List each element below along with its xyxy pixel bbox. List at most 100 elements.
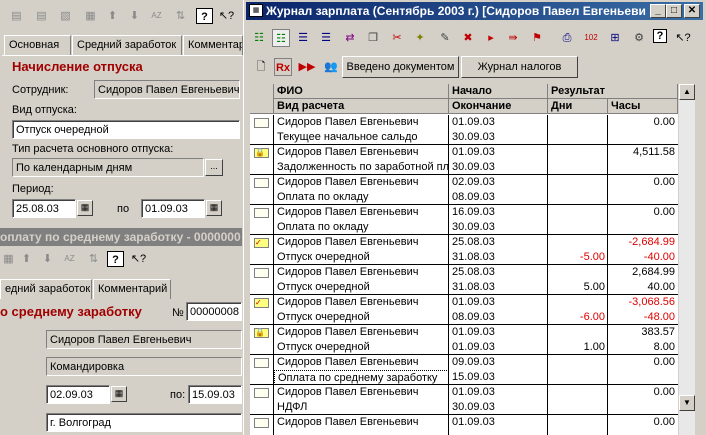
table-row[interactable]: Сидоров Павел Евгеньевич Текущее начально… — [250, 115, 678, 145]
scroll-up-button[interactable]: ▲ — [679, 84, 695, 100]
cell-calc-type: Отпуск очередной — [277, 251, 370, 263]
table-row[interactable]: Сидоров Павел Евгеньевич НДФЛ 01.09.03 30.0… — [250, 385, 678, 415]
period-from-field[interactable]: 25.08.03 — [12, 199, 76, 218]
table-row[interactable]: Сидоров Павел Евгеньевич 01.09.03 0.00 — [250, 415, 678, 435]
sort-icon[interactable]: ⇅ — [172, 8, 189, 24]
flag-icon[interactable]: ⚑ — [528, 29, 546, 47]
table-row[interactable]: ✓ Сидоров Павел Евгеньевич Отпуск очередно… — [250, 235, 678, 265]
table-row[interactable]: ✓ Сидоров Павел Евгеньевич Отпуск очередно… — [250, 295, 678, 325]
toolbar-icon-4[interactable]: ▦ — [82, 8, 99, 24]
sort-az-icon[interactable]: AZ — [148, 8, 165, 24]
header-fio[interactable]: ФИО — [274, 84, 449, 99]
header-end[interactable]: Окончание — [449, 99, 548, 114]
context-help-icon[interactable]: ↖? — [218, 8, 235, 24]
calc-type-field[interactable]: По календарным дням — [12, 158, 204, 177]
table-row[interactable]: Сидоров Павел Евгеньевич Отпуск очередной… — [250, 265, 678, 295]
tab-average-earnings[interactable]: Средний заработок — [72, 35, 182, 55]
calculator-icon[interactable]: 102 — [582, 29, 600, 47]
tab-panel-border — [2, 55, 242, 56]
calendar-icon[interactable]: ▦ — [111, 386, 127, 402]
vertical-scrollbar[interactable]: ▲ ▼ — [678, 84, 695, 435]
cell-amount: 0.00 — [653, 206, 675, 218]
left-top-tabs: Основная Средний заработок Комментарий — [2, 35, 243, 55]
cell-amount: 0.00 — [653, 116, 675, 128]
cell-end: 01.09.03 — [452, 341, 495, 353]
employee-field[interactable]: Сидоров Павел Евгеньевич — [94, 80, 240, 99]
fast-forward-icon[interactable]: ▶▶ — [298, 58, 316, 76]
table-row[interactable]: 🔒 Сидоров Павел Евгеньевич Отпуск очередно… — [250, 325, 678, 355]
tree-icon[interactable]: ⊞ — [606, 29, 624, 47]
entered-by-document-button[interactable]: Введено документом — [342, 56, 459, 78]
scroll-down-button[interactable]: ▼ — [679, 395, 695, 411]
tab-average-earnings-2[interactable]: едний заработок — [0, 279, 92, 299]
arrow-right-icon[interactable]: ▸ — [482, 29, 500, 47]
toolbar-icon-2[interactable]: ▤ — [33, 8, 50, 24]
list-tree-icon[interactable]: ☰ — [317, 29, 335, 47]
sort-az-icon[interactable]: AZ — [61, 251, 78, 267]
calc-icon[interactable]: Rx — [274, 58, 292, 76]
header-start[interactable]: Начало — [449, 84, 548, 99]
header-days[interactable]: Дни — [548, 99, 608, 114]
print-icon[interactable]: ⎙ — [558, 29, 576, 47]
toolbar-icon-3[interactable]: ▧ — [57, 8, 74, 24]
delete-icon[interactable]: ✖ — [459, 29, 477, 47]
new-doc-icon[interactable]: ✦ — [411, 29, 429, 47]
arrow-up-icon[interactable]: ⬆ — [18, 251, 35, 267]
type-field[interactable]: Командировка — [46, 357, 242, 376]
help-icon[interactable]: ? — [107, 251, 124, 267]
table-row[interactable]: 🔒 Сидоров Павел Евгеньевич Задолженность п… — [250, 145, 678, 175]
edit-doc-icon[interactable]: ✎ — [436, 29, 454, 47]
minimize-button[interactable]: _ — [650, 4, 666, 18]
copy-icon[interactable]: ❐ — [364, 29, 382, 47]
city-field[interactable]: г. Волгоград — [46, 413, 242, 432]
context-help-icon[interactable]: ↖? — [674, 29, 692, 47]
calendar-icon[interactable]: ▦ — [77, 200, 93, 216]
list-active-icon[interactable]: ☷ — [272, 29, 290, 47]
table-row[interactable]: Сидоров Павел Евгеньевич Оплата по окладу… — [250, 205, 678, 235]
app-icon: ▦ — [249, 4, 263, 17]
tax-journal-button[interactable]: Журнал налогов — [461, 56, 578, 78]
period-to-label: по — [117, 203, 130, 215]
cell-days — [548, 220, 608, 235]
calendar-icon[interactable]: ▦ — [206, 200, 222, 216]
arrow-down-icon[interactable]: ⬇ — [39, 251, 56, 267]
table-row[interactable]: Сидоров Павел Евгеньевич Оплата по окладу… — [250, 175, 678, 205]
cell-fio: Сидоров Павел Евгеньевич — [277, 206, 419, 218]
vacation-type-field[interactable]: Отпуск очередной — [12, 120, 240, 139]
cell-fio: Сидоров Павел Евгеньевич — [277, 416, 419, 428]
help-icon[interactable]: ? — [653, 29, 667, 43]
filter-icon[interactable]: ⇛ — [504, 29, 522, 47]
list-filter-icon[interactable]: ☰ — [294, 29, 312, 47]
cell-hours — [608, 370, 678, 385]
maximize-button[interactable]: □ — [666, 4, 682, 18]
table-row[interactable]: Сидоров Павел Евгеньевич Оплата по средне… — [250, 355, 678, 385]
list-icon[interactable]: ☷ — [250, 29, 268, 47]
sort-icon[interactable]: ⇅ — [85, 251, 102, 267]
help-icon[interactable]: ? — [196, 8, 213, 24]
people-icon[interactable]: 👥 — [322, 58, 340, 76]
number-field[interactable]: 00000008 — [186, 302, 242, 321]
header-hours[interactable]: Часы — [608, 99, 678, 114]
select-button[interactable]: ... — [205, 159, 223, 176]
date-from-field[interactable]: 02.09.03 — [46, 385, 110, 404]
document-icon[interactable]: 🗋 — [252, 58, 270, 76]
cell-fio: Сидоров Павел Евгеньевич — [277, 296, 419, 308]
tab-main[interactable]: Основная — [4, 35, 71, 55]
number-label: № — [172, 307, 184, 319]
arrow-down-icon[interactable]: ⬇ — [126, 8, 143, 24]
toolbar-icon-1[interactable]: ▤ — [8, 8, 25, 24]
close-button[interactable]: ✕ — [684, 4, 700, 18]
period-to-field[interactable]: 01.09.03 — [141, 199, 205, 218]
delete-row-icon[interactable]: ✂ — [388, 29, 406, 47]
tab-comment-2[interactable]: Комментарий — [93, 279, 171, 299]
arrow-up-icon[interactable]: ⬆ — [104, 8, 121, 24]
header-calc-type[interactable]: Вид расчета — [274, 99, 449, 114]
settings-icon[interactable]: ⚙ — [630, 29, 648, 47]
transfer-icon[interactable]: ⇄ — [341, 29, 359, 47]
tab-comment[interactable]: Комментарий — [183, 35, 243, 55]
context-help-icon[interactable]: ↖? — [130, 251, 147, 267]
header-result[interactable]: Результат — [548, 84, 678, 99]
toolbar-icon-5[interactable]: ▦ — [0, 251, 17, 267]
employee-field-2[interactable]: Сидоров Павел Евгеньевич — [46, 330, 242, 349]
date-to-field[interactable]: 15.09.03 — [188, 385, 242, 404]
